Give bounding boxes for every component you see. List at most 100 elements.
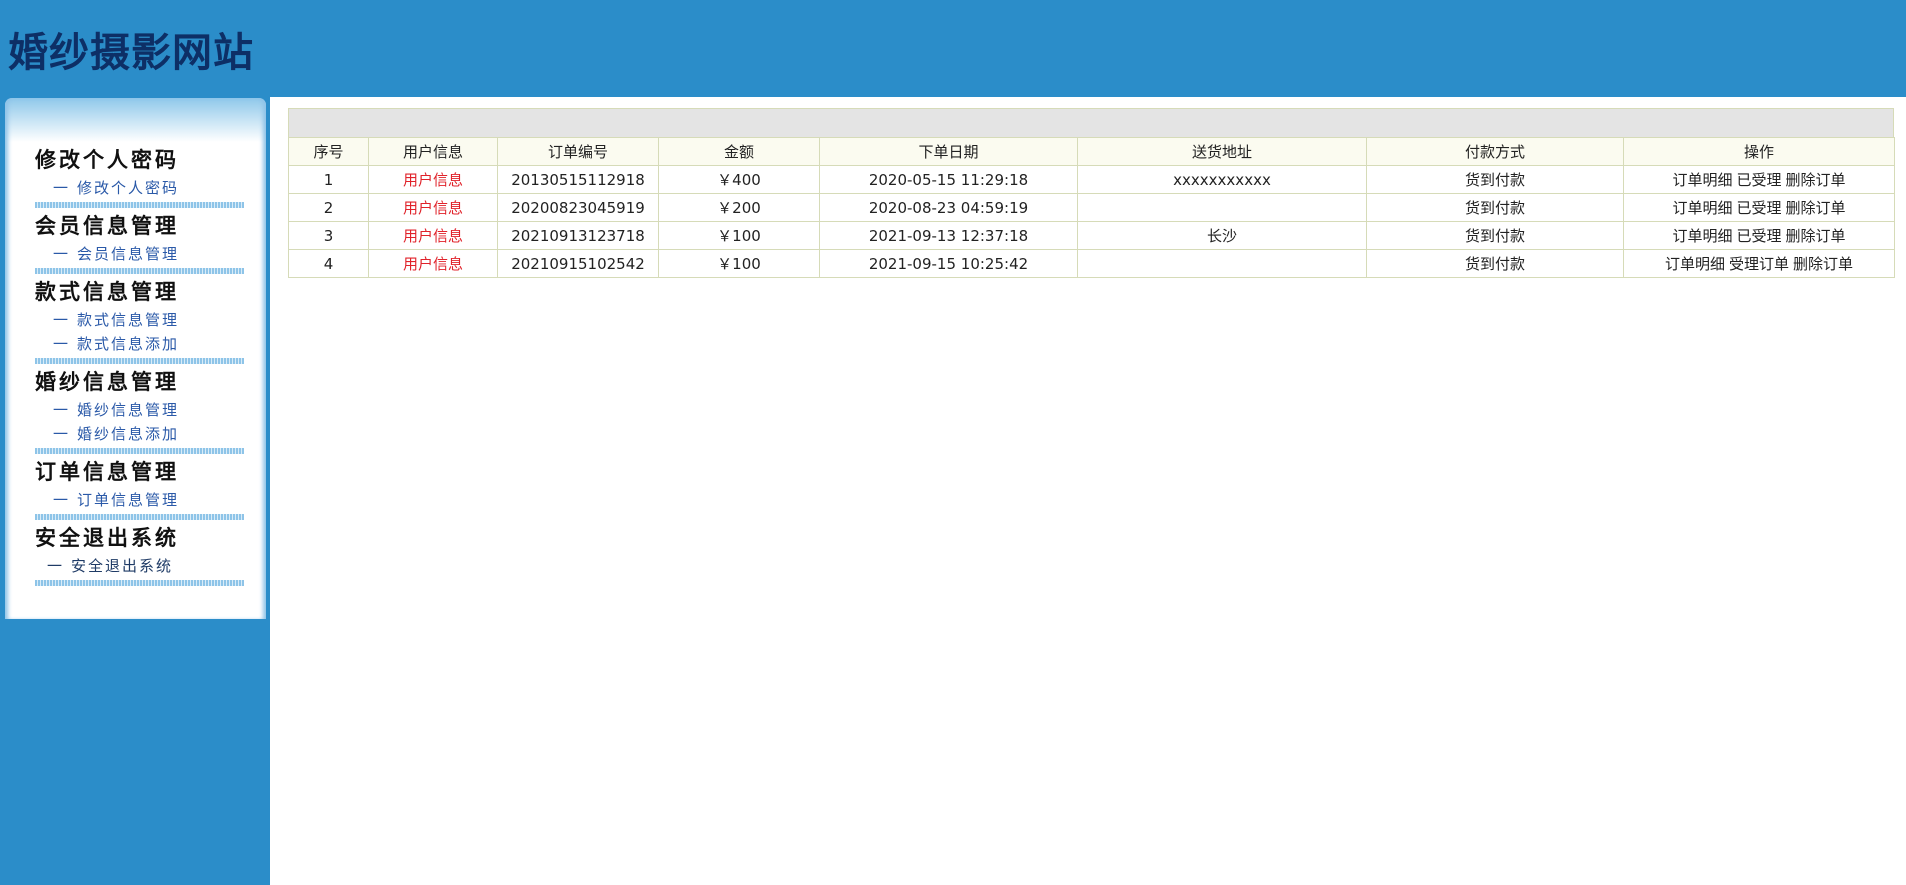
cell-order-no: 20210913123718: [497, 221, 659, 250]
order-detail-link[interactable]: 订单明细: [1672, 169, 1732, 190]
column-header-index: 序号: [288, 137, 369, 166]
group-title: 安全退出系统: [35, 525, 179, 550]
main-content: 序号 用户信息 订单编号 金额 下单日期 送货地址 付款方式 操作 1 用户信息…: [270, 97, 1906, 885]
column-header-order-no: 订单编号: [497, 137, 659, 166]
cell-index: 1: [288, 165, 369, 194]
cell-address: 长沙: [1077, 221, 1367, 250]
cell-order-no: 20200823045919: [497, 193, 659, 222]
menu-group-style: 款式信息管理 一款式信息管理 一款式信息添加: [35, 276, 244, 364]
menu-item-dress-add[interactable]: 一婚纱信息添加: [35, 422, 244, 446]
dash-icon: 一: [53, 425, 69, 443]
cell-address: xxxxxxxxxxx: [1077, 165, 1367, 194]
menu-item-member-manage[interactable]: 一会员信息管理: [35, 242, 244, 266]
menu-item-label: 款式信息添加: [77, 335, 180, 353]
sidebar-background: [0, 619, 270, 885]
dash-icon: 一: [53, 491, 69, 509]
column-header-amount: 金额: [658, 137, 820, 166]
menu-item-logout[interactable]: 一安全退出系统: [35, 554, 244, 578]
menu-group-logout: 安全退出系统 一安全退出系统: [35, 522, 244, 586]
menu-item-label: 会员信息管理: [77, 245, 180, 263]
cell-address: [1077, 193, 1367, 222]
order-detail-link[interactable]: 订单明细: [1672, 197, 1732, 218]
delete-order-link[interactable]: 删除订单: [1793, 253, 1853, 274]
accept-order-link[interactable]: 受理订单: [1729, 253, 1789, 274]
menu-item-dress-manage[interactable]: 一婚纱信息管理: [35, 398, 244, 422]
cell-amount: ￥200: [658, 193, 820, 222]
accept-order-link[interactable]: 已受理: [1736, 169, 1781, 190]
accept-order-link[interactable]: 已受理: [1736, 197, 1781, 218]
dash-icon: 一: [53, 401, 69, 419]
column-header-date: 下单日期: [819, 137, 1078, 166]
cell-actions: 订单明细 已受理 删除订单: [1623, 193, 1895, 222]
site-title: 婚纱摄影网站: [8, 30, 254, 76]
menu-group-order: 订单信息管理 一订单信息管理: [35, 456, 244, 520]
menu-group-member: 会员信息管理 一会员信息管理: [35, 210, 244, 274]
cell-payment: 货到付款: [1366, 249, 1624, 278]
delete-order-link[interactable]: 删除订单: [1786, 169, 1846, 190]
cell-date: 2020-08-23 04:59:19: [819, 193, 1078, 222]
order-detail-link[interactable]: 订单明细: [1672, 225, 1732, 246]
column-header-payment: 付款方式: [1366, 137, 1624, 166]
dash-icon: 一: [53, 179, 69, 197]
order-table: 序号 用户信息 订单编号 金额 下单日期 送货地址 付款方式 操作 1 用户信息…: [288, 137, 1895, 278]
order-detail-link[interactable]: 订单明细: [1665, 253, 1725, 274]
user-info-link[interactable]: 用户信息: [368, 165, 498, 194]
user-info-link[interactable]: 用户信息: [368, 249, 498, 278]
user-info-link[interactable]: 用户信息: [368, 221, 498, 250]
menu-item-style-manage[interactable]: 一款式信息管理: [35, 308, 244, 332]
table-row: 2 用户信息 20200823045919 ￥200 2020-08-23 04…: [288, 193, 1895, 222]
dash-icon: 一: [53, 311, 69, 329]
dash-icon: 一: [47, 557, 63, 575]
cell-index: 2: [288, 193, 369, 222]
cell-actions: 订单明细 已受理 删除订单: [1623, 221, 1895, 250]
group-divider: [35, 268, 244, 274]
cell-amount: ￥100: [658, 221, 820, 250]
delete-order-link[interactable]: 删除订单: [1786, 197, 1846, 218]
menu-item-style-add[interactable]: 一款式信息添加: [35, 332, 244, 356]
cell-actions: 订单明细 受理订单 删除订单: [1623, 249, 1895, 278]
menu-item-label: 订单信息管理: [77, 491, 180, 509]
table-header-row: 序号 用户信息 订单编号 金额 下单日期 送货地址 付款方式 操作: [288, 137, 1895, 166]
accept-order-link[interactable]: 已受理: [1736, 225, 1781, 246]
group-title: 婚纱信息管理: [35, 369, 179, 394]
dash-icon: 一: [53, 245, 69, 263]
group-divider: [35, 580, 244, 586]
menu-item-label: 安全退出系统: [71, 557, 174, 575]
cell-order-no: 20210915102542: [497, 249, 659, 278]
column-header-actions: 操作: [1623, 137, 1895, 166]
group-divider: [35, 514, 244, 520]
cell-payment: 货到付款: [1366, 221, 1624, 250]
dash-icon: 一: [53, 335, 69, 353]
cell-amount: ￥100: [658, 249, 820, 278]
group-title: 修改个人密码: [35, 147, 179, 172]
group-divider: [35, 448, 244, 454]
cell-amount: ￥400: [658, 165, 820, 194]
order-table-panel: 序号 用户信息 订单编号 金额 下单日期 送货地址 付款方式 操作 1 用户信息…: [288, 108, 1895, 278]
cell-actions: 订单明细 已受理 删除订单: [1623, 165, 1895, 194]
cell-payment: 货到付款: [1366, 193, 1624, 222]
sidebar: 修改个人密码 一修改个人密码 会员信息管理 一会员信息管理 款式信息管理 一款式…: [5, 98, 266, 619]
cell-address: [1077, 249, 1367, 278]
menu-item-label: 婚纱信息添加: [77, 425, 180, 443]
column-header-user: 用户信息: [368, 137, 498, 166]
cell-order-no: 20130515112918: [497, 165, 659, 194]
user-info-link[interactable]: 用户信息: [368, 193, 498, 222]
header: 婚纱摄影网站: [0, 0, 1906, 97]
cell-index: 3: [288, 221, 369, 250]
menu-group-dress: 婚纱信息管理 一婚纱信息管理 一婚纱信息添加: [35, 366, 244, 454]
cell-date: 2021-09-15 10:25:42: [819, 249, 1078, 278]
table-row: 1 用户信息 20130515112918 ￥400 2020-05-15 11…: [288, 165, 1895, 194]
cell-payment: 货到付款: [1366, 165, 1624, 194]
group-title: 订单信息管理: [35, 459, 179, 484]
group-divider: [35, 202, 244, 208]
menu-item-label: 修改个人密码: [77, 179, 180, 197]
cell-date: 2021-09-13 12:37:18: [819, 221, 1078, 250]
menu-item-order-manage[interactable]: 一订单信息管理: [35, 488, 244, 512]
menu-item-label: 婚纱信息管理: [77, 401, 180, 419]
menu-item-label: 款式信息管理: [77, 311, 180, 329]
table-row: 4 用户信息 20210915102542 ￥100 2021-09-15 10…: [288, 249, 1895, 278]
table-row: 3 用户信息 20210913123718 ￥100 2021-09-13 12…: [288, 221, 1895, 250]
group-divider: [35, 358, 244, 364]
delete-order-link[interactable]: 删除订单: [1786, 225, 1846, 246]
menu-item-change-password[interactable]: 一修改个人密码: [35, 176, 244, 200]
